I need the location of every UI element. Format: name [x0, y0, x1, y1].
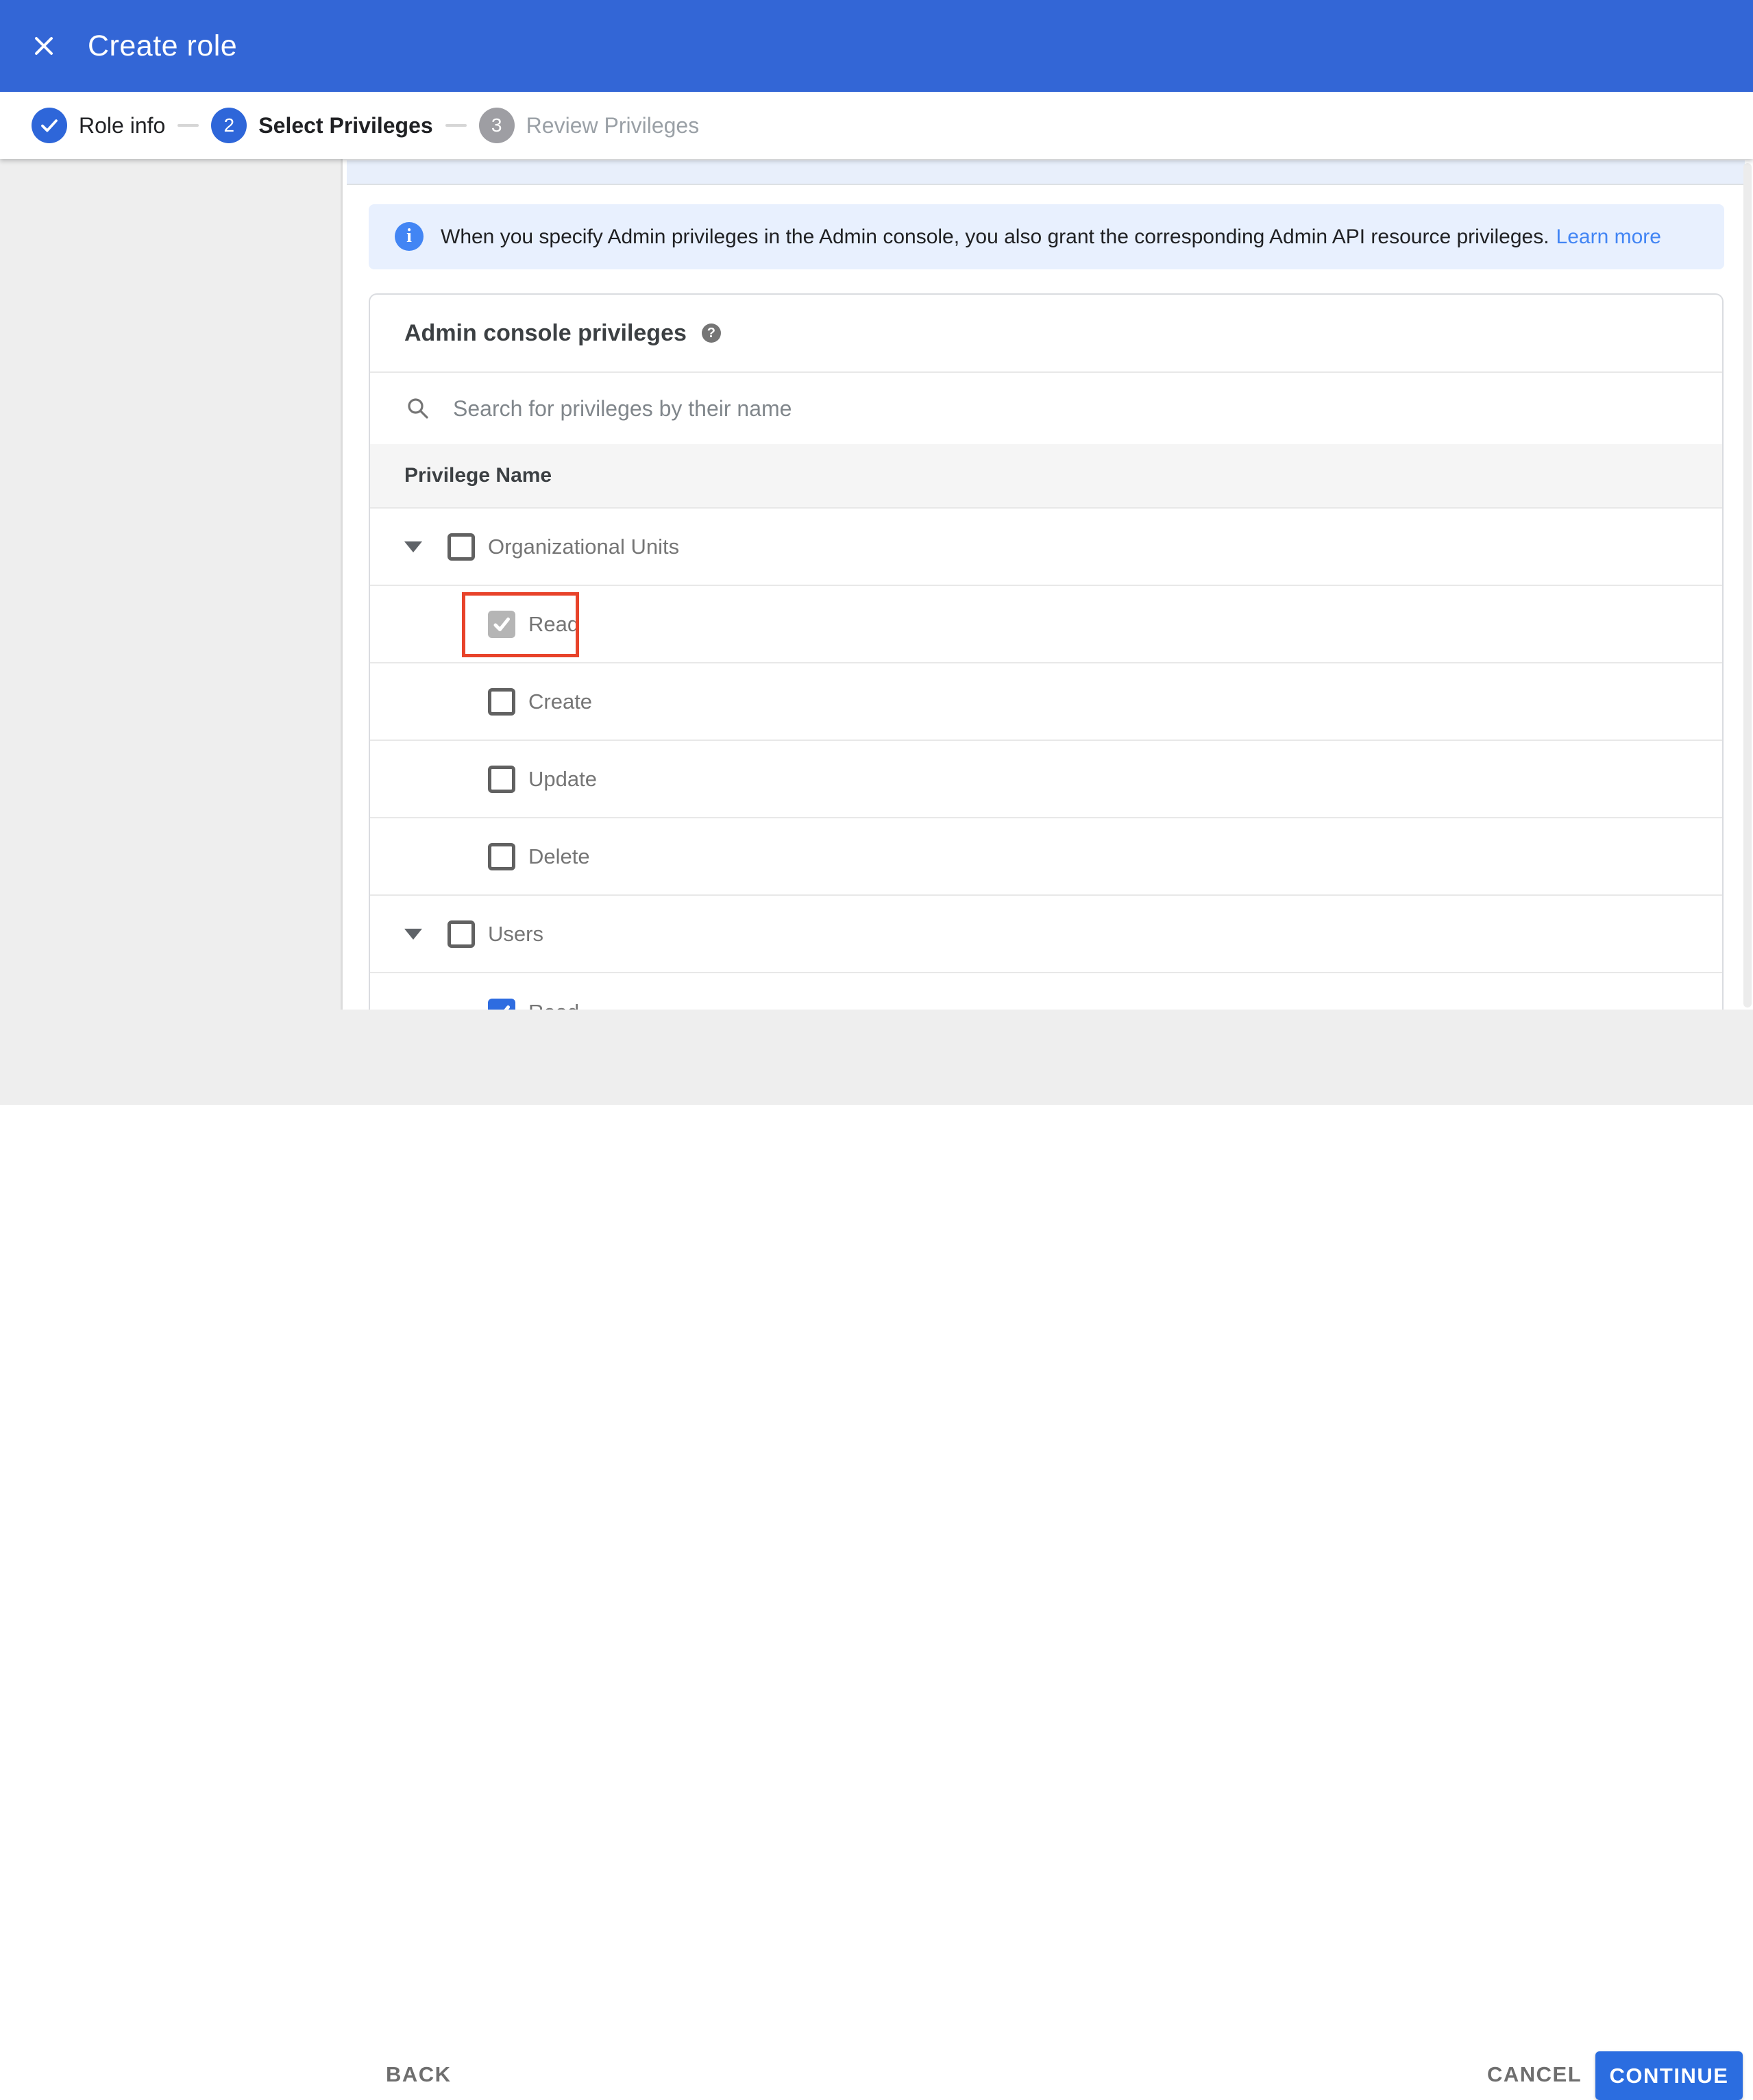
scrolled-row-strip — [347, 160, 1745, 185]
step-select-privileges[interactable]: 2 Select Privileges — [211, 108, 433, 143]
step-3-number: 3 — [478, 108, 515, 143]
dialog-header: Create role — [0, 0, 1753, 92]
read-checkbox-checked[interactable] — [488, 610, 515, 638]
table-row-create[interactable]: Create — [370, 663, 1722, 741]
collapse-triangle-icon[interactable] — [404, 928, 422, 940]
info-banner-text: When you specify Admin privileges in the… — [441, 225, 1661, 249]
step-role-info[interactable]: Role info — [32, 108, 165, 143]
users-checkbox[interactable] — [448, 920, 475, 948]
admin-console-privileges-card: Admin console privileges ? Privilege Nam… — [369, 293, 1724, 1010]
update-checkbox[interactable] — [488, 765, 515, 793]
info-banner: i When you specify Admin privileges in t… — [369, 204, 1724, 269]
step-2-number: 2 — [211, 108, 247, 143]
step-review-privileges[interactable]: 3 Review Privileges — [478, 108, 700, 143]
step-separator — [445, 124, 467, 127]
delete-checkbox[interactable] — [488, 842, 515, 870]
row-label: Read — [528, 1000, 579, 1010]
info-banner-message: When you specify Admin privileges in the… — [441, 225, 1549, 248]
step-separator — [177, 124, 199, 127]
table-header-row: Privilege Name — [370, 444, 1722, 509]
row-label: Update — [528, 766, 597, 791]
row-label: Delete — [528, 844, 590, 868]
info-icon: i — [395, 222, 424, 251]
footer-bar: BACK CANCEL CONTINUE — [0, 1010, 1753, 2100]
learn-more-link[interactable]: Learn more — [1556, 225, 1661, 248]
vertical-scrollbar[interactable] — [1743, 163, 1752, 1008]
search-icon — [408, 398, 428, 419]
card-title-row: Admin console privileges ? — [370, 295, 1722, 373]
help-icon[interactable]: ? — [701, 323, 721, 343]
continue-button[interactable]: CONTINUE — [1595, 2051, 1743, 2100]
dialog-title: Create role — [88, 29, 238, 62]
row-label: Create — [528, 689, 593, 713]
privilege-name-column-header: Privilege Name — [404, 464, 552, 487]
step-3-label: Review Privileges — [526, 112, 700, 138]
table-row-users[interactable]: Users — [370, 896, 1722, 973]
table-row-delete[interactable]: Delete — [370, 818, 1722, 896]
create-checkbox[interactable] — [488, 687, 515, 716]
step-1-label: Role info — [79, 112, 166, 138]
step-2-label: Select Privileges — [258, 112, 433, 138]
search-input[interactable] — [452, 395, 1414, 422]
row-label: Organizational Units — [488, 534, 680, 559]
back-button[interactable]: BACK — [386, 2062, 452, 2087]
collapse-triangle-icon[interactable] — [404, 541, 422, 552]
table-row-update[interactable]: Update — [370, 741, 1722, 818]
users-read-checkbox-checked[interactable] — [488, 998, 515, 1010]
left-empty-pane — [0, 159, 343, 1105]
cancel-button[interactable]: CANCEL — [1487, 2062, 1582, 2087]
row-label: Read — [528, 611, 580, 636]
table-row-organizational-units[interactable]: Organizational Units — [370, 509, 1722, 586]
close-icon[interactable] — [32, 34, 56, 58]
row-label: Users — [488, 921, 543, 946]
table-row-users-read[interactable]: Read — [370, 973, 1722, 1010]
table-row-read[interactable]: Read — [370, 586, 1722, 663]
stepper: Role info 2 Select Privileges 3 Review P… — [0, 92, 1753, 159]
step-1-check-icon — [32, 108, 67, 143]
card-title: Admin console privileges — [404, 319, 687, 346]
organizational-units-checkbox[interactable] — [448, 533, 475, 561]
search-row — [370, 373, 1722, 444]
